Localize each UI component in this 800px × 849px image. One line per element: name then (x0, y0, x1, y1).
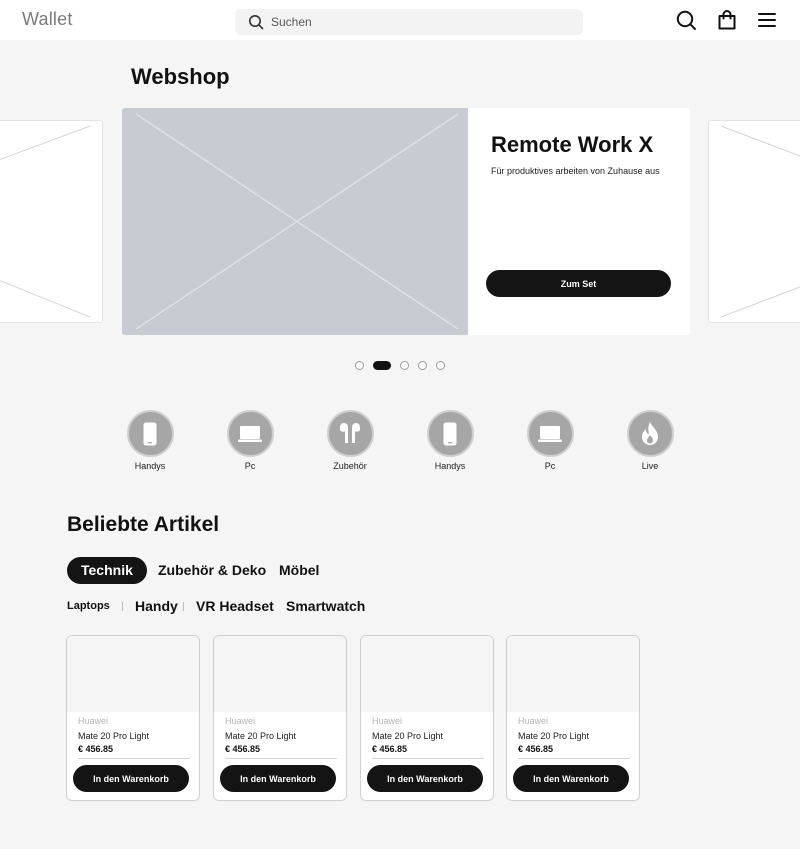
divider (122, 602, 123, 611)
product-card[interactable]: Huawei Mate 20 Pro Light € 456.85 In den… (66, 635, 200, 801)
product-brand: Huawei (225, 716, 256, 726)
tab-moebel[interactable]: Möbel (279, 557, 319, 584)
menu-icon[interactable] (756, 9, 778, 31)
subtab-handy[interactable]: Handy (135, 598, 178, 614)
product-name: Mate 20 Pro Light (372, 731, 444, 741)
search-icon (249, 15, 264, 30)
product-name: Mate 20 Pro Light (225, 731, 297, 741)
add-to-cart-button[interactable]: In den Warenkorb (220, 765, 336, 792)
carousel-dot[interactable] (436, 361, 445, 370)
category-label: Handys (434, 461, 466, 471)
hero-subtitle: Für produktives arbeiten von Zuhause aus (491, 166, 660, 176)
category-pc[interactable]: Pc (210, 410, 290, 471)
carousel-prev-slide[interactable] (0, 120, 103, 323)
product-brand: Huawei (78, 716, 109, 726)
product-brand: Huawei (372, 716, 403, 726)
phone-icon (143, 422, 157, 445)
laptop-icon (538, 425, 562, 442)
category-zubehoer[interactable]: Zubehör (310, 410, 390, 471)
shopping-bag-icon[interactable] (716, 9, 738, 31)
tab-zubehoer-deko[interactable]: Zubehör & Deko (158, 557, 266, 584)
category-circle (326, 410, 374, 457)
category-circle (426, 410, 474, 457)
top-header: Wallet (0, 0, 800, 40)
carousel-dot-active[interactable] (373, 361, 391, 370)
category-handys[interactable]: Handys (410, 410, 490, 471)
search-icon[interactable] (675, 9, 697, 31)
phone-icon (443, 422, 457, 445)
logo[interactable]: Wallet (22, 9, 73, 30)
search-input[interactable] (271, 9, 571, 35)
image-placeholder (0, 125, 91, 318)
category-label: Handys (134, 461, 166, 471)
tab-technik[interactable]: Technik (67, 557, 147, 584)
product-brand: Huawei (518, 716, 549, 726)
earbuds-icon (340, 422, 360, 443)
carousel-dot[interactable] (355, 361, 364, 370)
divider (183, 602, 184, 611)
carousel-pagination (355, 361, 455, 371)
product-price: € 456.85 (225, 744, 261, 754)
product-card[interactable]: Huawei Mate 20 Pro Light € 456.85 In den… (360, 635, 494, 801)
product-card[interactable]: Huawei Mate 20 Pro Light € 456.85 In den… (213, 635, 347, 801)
search-bar[interactable] (235, 9, 583, 35)
page-title: Webshop (131, 64, 230, 89)
category-live[interactable]: Live (610, 410, 690, 471)
category-pc[interactable]: Pc (510, 410, 590, 471)
carousel-dot[interactable] (418, 361, 427, 370)
product-name: Mate 20 Pro Light (518, 731, 590, 741)
product-image-placeholder (507, 636, 639, 712)
subtab-laptops[interactable]: Laptops (67, 600, 110, 612)
category-circle (526, 410, 574, 457)
hero-image-placeholder (122, 108, 468, 335)
add-to-cart-button[interactable]: In den Warenkorb (513, 765, 629, 792)
product-price: € 456.85 (78, 744, 114, 754)
add-to-cart-button[interactable]: In den Warenkorb (367, 765, 483, 792)
subtab-vr-headset[interactable]: VR Headset (196, 598, 274, 614)
divider (372, 758, 484, 759)
subtab-smartwatch[interactable]: Smartwatch (286, 598, 365, 614)
hero-cta-button[interactable]: Zum Set (486, 270, 671, 297)
category-label: Zubehör (333, 461, 367, 471)
laptop-icon (238, 425, 262, 442)
category-circle (126, 410, 174, 457)
category-handys[interactable]: Handys (110, 410, 190, 471)
product-card[interactable]: Huawei Mate 20 Pro Light € 456.85 In den… (506, 635, 640, 801)
product-price: € 456.85 (372, 744, 408, 754)
product-image-placeholder (361, 636, 493, 712)
category-circle (226, 410, 274, 457)
add-to-cart-button[interactable]: In den Warenkorb (73, 765, 189, 792)
divider (78, 758, 190, 759)
flame-icon (642, 421, 658, 445)
product-image-placeholder (214, 636, 346, 712)
image-placeholder (720, 125, 800, 318)
section-title: Beliebte Artikel (67, 513, 220, 536)
category-label: Live (641, 461, 659, 471)
product-price: € 456.85 (518, 744, 554, 754)
category-label: Pc (244, 461, 256, 471)
carousel-dot[interactable] (400, 361, 409, 370)
carousel-next-slide[interactable] (708, 120, 800, 323)
product-image-placeholder (67, 636, 199, 712)
hero-slide: Remote Work X Für produktives arbeiten v… (122, 108, 690, 335)
category-circle (626, 410, 674, 457)
hero-title: Remote Work X (491, 132, 654, 157)
product-name: Mate 20 Pro Light (78, 731, 150, 741)
divider (225, 758, 337, 759)
category-label: Pc (544, 461, 556, 471)
divider (518, 758, 630, 759)
